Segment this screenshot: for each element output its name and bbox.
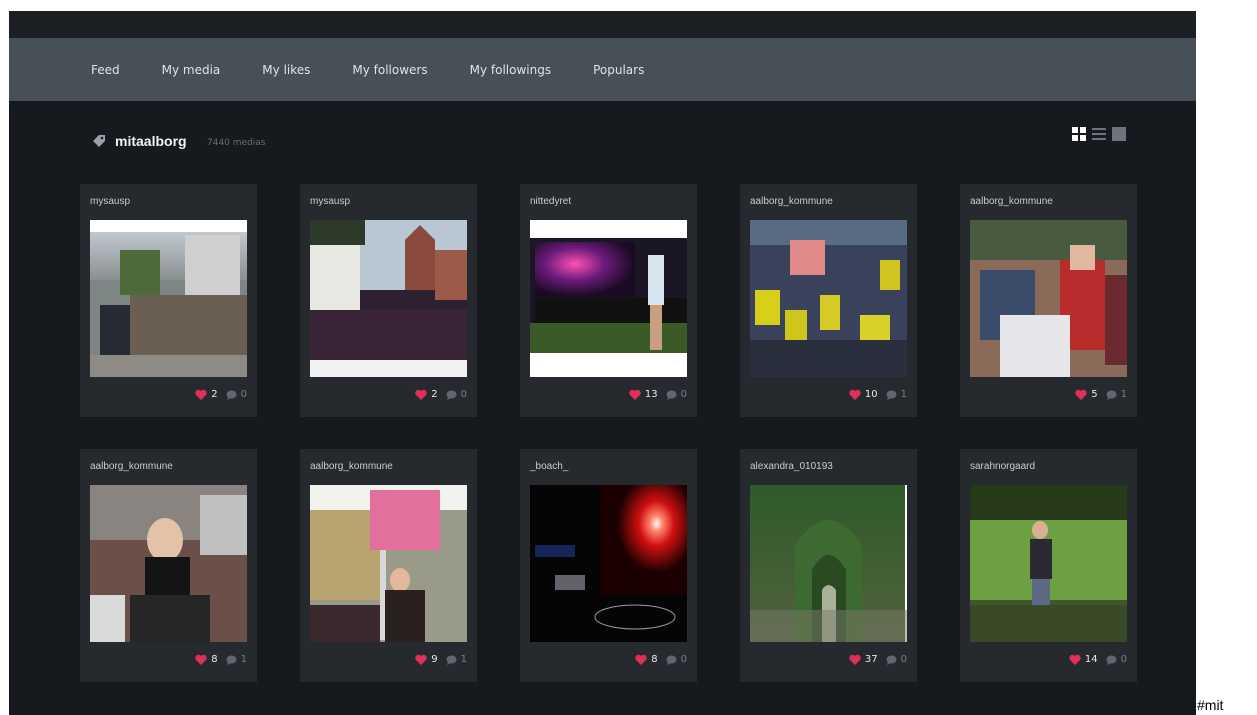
like-count: 10	[864, 389, 878, 400]
media-grid: mysausp 2 0 mysausp 2 0 nittedyret 13 0 aalborg_k…	[80, 184, 1137, 682]
comment-count: 0	[460, 389, 467, 400]
single-view-icon[interactable]	[1112, 127, 1126, 141]
comment-count: 0	[900, 654, 907, 665]
media-card[interactable]: mysausp 2 0	[80, 184, 257, 417]
heart-icon[interactable]	[1069, 654, 1081, 665]
card-username[interactable]: aalborg_kommune	[750, 196, 833, 207]
card-stats: 81	[195, 654, 247, 665]
nav-populars[interactable]: Populars	[593, 63, 644, 77]
comment-count: 1	[240, 654, 247, 665]
comment-count: 0	[680, 654, 687, 665]
comment-count: 0	[1120, 654, 1127, 665]
comment-icon[interactable]	[666, 655, 677, 665]
heart-icon[interactable]	[635, 654, 647, 665]
card-stats: 10 1	[849, 389, 907, 400]
media-thumbnail[interactable]	[970, 220, 1127, 377]
grid-view-icon[interactable]	[1072, 127, 1086, 141]
media-thumbnail[interactable]	[970, 485, 1127, 642]
like-count: 9	[431, 654, 438, 665]
like-count: 8	[651, 654, 658, 665]
card-stats: 51	[1075, 389, 1127, 400]
comment-icon[interactable]	[666, 390, 677, 400]
card-username[interactable]: mysausp	[90, 196, 130, 207]
comment-count: 1	[1120, 389, 1127, 400]
card-username[interactable]: alexandra_010193	[750, 461, 833, 472]
heart-icon[interactable]	[195, 389, 207, 400]
comment-count: 0	[240, 389, 247, 400]
media-card[interactable]: aalborg_kommune 10 1	[740, 184, 917, 417]
card-username[interactable]: aalborg_kommune	[90, 461, 173, 472]
media-thumbnail[interactable]	[310, 485, 467, 642]
nav-my-followings[interactable]: My followings	[470, 63, 551, 77]
comment-icon[interactable]	[886, 390, 897, 400]
card-stats: 20	[415, 389, 467, 400]
card-stats: 14 0	[1069, 654, 1127, 665]
like-count: 37	[864, 654, 878, 665]
comment-icon[interactable]	[226, 655, 237, 665]
media-card[interactable]: aalborg_kommune 9 1	[300, 449, 477, 682]
card-username[interactable]: _boach_	[530, 461, 568, 472]
media-thumbnail[interactable]	[530, 220, 687, 377]
media-card[interactable]: aalborg_kommune 5 1	[960, 184, 1137, 417]
card-username[interactable]: nittedyret	[530, 196, 571, 207]
media-thumbnail[interactable]	[750, 220, 907, 377]
card-stats: 80	[635, 654, 687, 665]
like-count: 13	[644, 389, 658, 400]
media-card[interactable]: nittedyret 13 0	[520, 184, 697, 417]
media-thumbnail[interactable]	[90, 220, 247, 377]
comment-icon[interactable]	[1106, 390, 1117, 400]
comment-count: 1	[460, 654, 467, 665]
comment-count: 1	[900, 389, 907, 400]
heart-icon[interactable]	[1075, 389, 1087, 400]
tag-title: mitaalborg	[115, 133, 187, 149]
nav-my-media[interactable]: My media	[162, 63, 221, 77]
like-count: 2	[431, 389, 438, 400]
card-stats: 13 0	[629, 389, 687, 400]
media-card[interactable]: alexandra_010193 37 0	[740, 449, 917, 682]
media-count: 7440 medias	[207, 138, 266, 148]
like-count: 2	[211, 389, 218, 400]
nav-my-followers[interactable]: My followers	[352, 63, 427, 77]
like-count: 14	[1084, 654, 1098, 665]
like-count: 8	[211, 654, 218, 665]
heart-icon[interactable]	[415, 389, 427, 400]
heart-icon[interactable]	[629, 389, 641, 400]
nav-my-likes[interactable]: My likes	[262, 63, 310, 77]
view-toggles	[1072, 127, 1126, 141]
comment-icon[interactable]	[226, 390, 237, 400]
card-stats: 20	[195, 389, 247, 400]
heart-icon[interactable]	[849, 389, 861, 400]
card-username[interactable]: aalborg_kommune	[310, 461, 393, 472]
comment-icon[interactable]	[886, 655, 897, 665]
card-username[interactable]: sarahnorgaard	[970, 461, 1035, 472]
heart-icon[interactable]	[415, 654, 427, 665]
comment-icon[interactable]	[446, 390, 457, 400]
tag-icon	[93, 135, 105, 147]
media-thumbnail[interactable]	[310, 220, 467, 377]
caption-text: #mit	[1197, 697, 1224, 713]
card-stats: 37 0	[849, 654, 907, 665]
media-thumbnail[interactable]	[750, 485, 907, 642]
heart-icon[interactable]	[195, 654, 207, 665]
nav-feed[interactable]: Feed	[91, 63, 120, 77]
media-card[interactable]: aalborg_kommune 8 1	[80, 449, 257, 682]
media-card[interactable]: sarahnorgaard 14 0	[960, 449, 1137, 682]
card-username[interactable]: aalborg_kommune	[970, 196, 1053, 207]
card-username[interactable]: mysausp	[310, 196, 350, 207]
like-count: 5	[1091, 389, 1098, 400]
media-card[interactable]: _boach_ 8 0	[520, 449, 697, 682]
main-nav: Feed My media My likes My followers My f…	[9, 38, 1196, 101]
top-bar	[9, 11, 1196, 38]
heart-icon[interactable]	[849, 654, 861, 665]
media-thumbnail[interactable]	[90, 485, 247, 642]
media-card[interactable]: mysausp 2 0	[300, 184, 477, 417]
comment-icon[interactable]	[446, 655, 457, 665]
comment-icon[interactable]	[1106, 655, 1117, 665]
media-thumbnail[interactable]	[530, 485, 687, 642]
list-view-icon[interactable]	[1092, 127, 1106, 141]
comment-count: 0	[680, 389, 687, 400]
card-stats: 91	[415, 654, 467, 665]
